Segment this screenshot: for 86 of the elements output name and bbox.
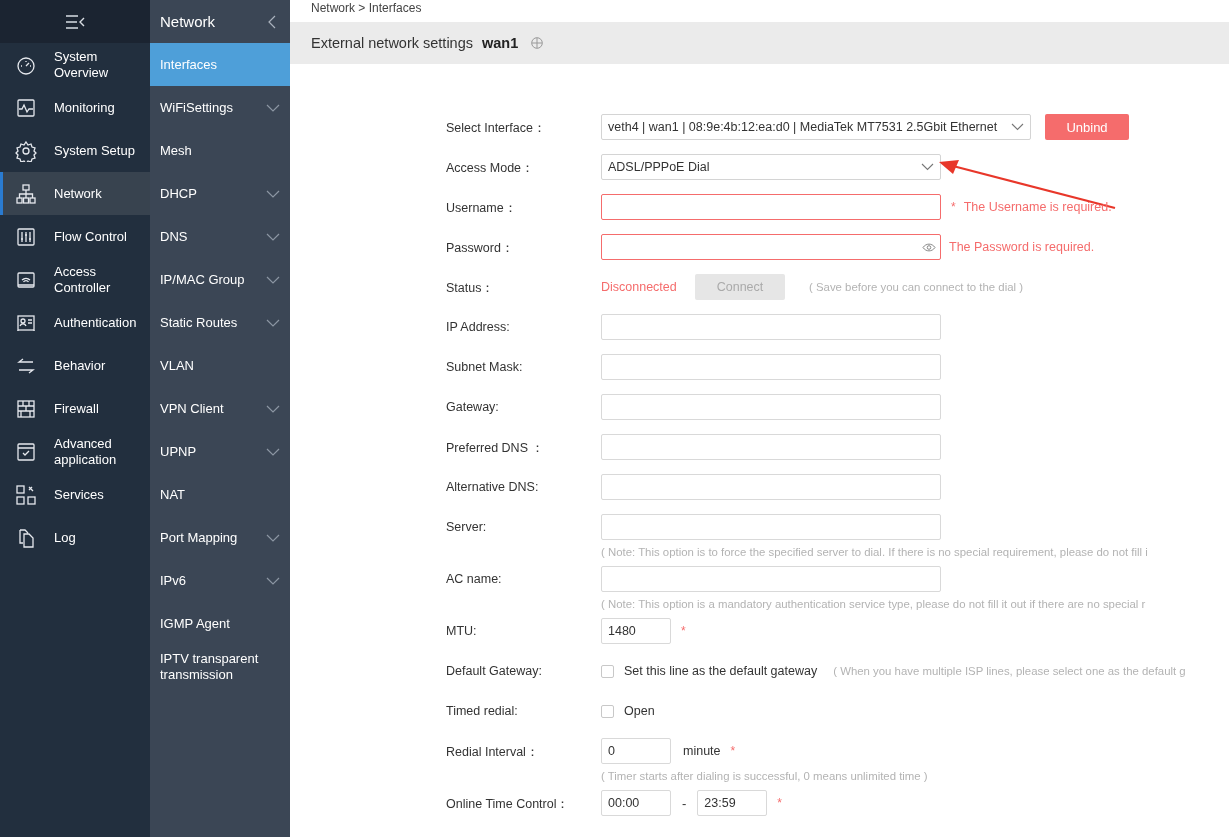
status-text: Disconnected [601, 280, 678, 294]
field-label: MTU: [446, 623, 478, 638]
brick-wall-icon [15, 397, 37, 420]
submenu-item[interactable]: IP/MAC Group [150, 258, 290, 301]
submenu-item[interactable]: Port Mapping [150, 516, 290, 559]
submenu-item[interactable]: VLAN [150, 344, 290, 387]
add-circle-icon[interactable] [531, 37, 544, 49]
sidebar-item[interactable]: Monitoring [0, 86, 150, 129]
submenu-item[interactable]: NAT [150, 473, 290, 516]
network-tree-icon [15, 182, 37, 205]
required-mark: * [777, 796, 782, 810]
pulse-monitor-icon [15, 96, 37, 119]
hint-text: ( Note: This option is a mandatory authentication service type, please do not fill it out if there are no special r [601, 598, 1147, 610]
menu-collapse-icon[interactable] [65, 13, 85, 30]
input-field[interactable] [601, 194, 941, 220]
sidebar-item[interactable]: Firewall [0, 387, 150, 430]
field-label: Redial Interval： [446, 744, 540, 761]
submenu-item[interactable]: IPTV transparent transmission [150, 645, 290, 688]
input-field[interactable] [601, 234, 941, 260]
submenu-item[interactable]: UPNP [150, 430, 290, 473]
submenu-item[interactable]: Mesh [150, 129, 290, 172]
hint-text: ( When you have multiple ISP lines, please select one as the default g [833, 665, 1186, 677]
field-label: Subnet Mask: [446, 359, 524, 374]
field-label: Username： [446, 200, 518, 217]
sidebar-item[interactable]: Services [0, 473, 150, 516]
sidebar-item[interactable]: Advanced application [0, 430, 150, 473]
checked-window-icon [15, 440, 37, 463]
required-mark: * [951, 200, 956, 214]
dropdown[interactable]: ADSL/PPPoE Dial [601, 154, 941, 180]
field-label: Online Time Control： [446, 796, 571, 813]
sidebar-item[interactable]: System Setup [0, 129, 150, 172]
dropdown[interactable]: veth4 | wan1 | 08:9e:4b:12:ea:d0 | MediaTek MT7531 2.5Gbit Ethernet [601, 114, 1031, 140]
field-label: Gateway: [446, 399, 500, 414]
checkbox[interactable] [601, 704, 614, 718]
sidebar-item[interactable]: Network [0, 172, 150, 215]
sliders-icon [15, 225, 37, 248]
breadcrumb: Network > Interfaces [310, 0, 423, 17]
checkbox-label: Open [624, 704, 655, 718]
field-label: AC name: [446, 571, 503, 586]
required-mark: * [681, 624, 686, 638]
submenu-item[interactable]: VPN Client [150, 387, 290, 430]
field-label: Timed redial: [446, 703, 519, 718]
sidebar-item[interactable]: Log [0, 516, 150, 559]
chevron-left-icon[interactable] [268, 14, 276, 29]
sidebar-item[interactable]: Behavior [0, 344, 150, 387]
sidebar-item[interactable]: Authentication [0, 301, 150, 344]
sidebar-item[interactable]: Flow Control [0, 215, 150, 258]
sidebar-item[interactable]: System Overview [0, 43, 150, 86]
input-field[interactable]: 1480 [601, 618, 671, 644]
field-label: Access Mode： [446, 160, 536, 177]
submenu-title: Network [160, 13, 215, 30]
field-label: Alternative DNS: [446, 479, 540, 494]
range-separator: - [682, 795, 687, 811]
field-label: Server: [446, 519, 488, 534]
checkbox-label: Set this line as the default gateway [624, 664, 818, 678]
input-field[interactable]: 0 [601, 738, 671, 764]
checkbox[interactable] [601, 664, 614, 678]
hint-text: ( Timer starts after dialing is successful, 0 means unlimited time ) [601, 770, 929, 782]
section-title: External network settings [311, 35, 473, 51]
field-label: Default Gateway: [446, 663, 543, 678]
field-label: IP Address: [446, 319, 511, 334]
submenu-item[interactable]: DNS [150, 215, 290, 258]
interface-name: wan1 [482, 35, 519, 51]
submenu-item[interactable]: IGMP Agent [150, 602, 290, 645]
submenu-item[interactable]: WiFiSettings [150, 86, 290, 129]
field-label: Password： [446, 240, 515, 257]
field-label: Select Interface： [446, 120, 547, 137]
chevron-down-icon [921, 163, 934, 171]
error-message: The Username is required. [963, 200, 1112, 214]
eye-icon[interactable] [922, 242, 936, 252]
start-time-field[interactable]: 00:00 [601, 790, 671, 816]
gear-icon [15, 139, 37, 162]
submenu-item[interactable]: DHCP [150, 172, 290, 215]
submenu-item[interactable]: Static Routes [150, 301, 290, 344]
end-time-field[interactable]: 23:59 [697, 790, 768, 816]
sidebar-item[interactable]: Access Controller [0, 258, 150, 301]
field-label: Status： [446, 280, 496, 297]
error-message: The Password is required. [949, 240, 1095, 254]
hint-text: ( Save before you can connect to the dial ) [809, 281, 1024, 293]
required-mark: * [730, 744, 736, 758]
field-label: Preferred DNS ： [446, 440, 546, 457]
hint-text: ( Note: This option is to force the specified server to dial. If there is no special requirement, please do not fill i [601, 546, 1149, 558]
unit-label: minute [683, 744, 721, 758]
grid-wrench-icon [15, 483, 37, 506]
submenu-item[interactable]: IPv6 [150, 559, 290, 602]
chevron-down-icon [1011, 123, 1024, 131]
